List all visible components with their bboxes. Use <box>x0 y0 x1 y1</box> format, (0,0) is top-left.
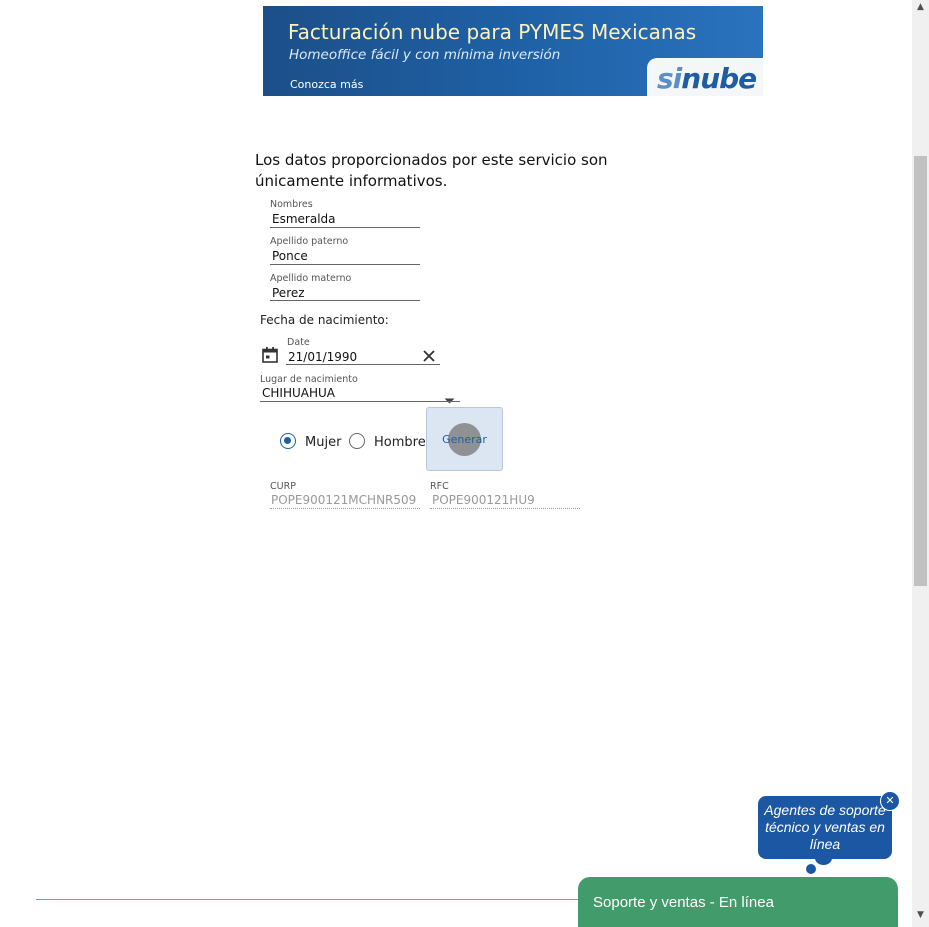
date-label: Date <box>287 337 310 348</box>
sinube-logo: sinube <box>647 58 763 96</box>
chat-invite-bubble[interactable]: Agentes de soporte técnico y ventas en l… <box>758 796 892 859</box>
date-input[interactable]: 21/01/1990 <box>288 350 357 364</box>
lugar-nacimiento-label: Lugar de nacimiento <box>260 374 358 385</box>
generar-button[interactable]: Generar <box>426 407 503 471</box>
sinube-banner-ad[interactable]: Facturación nube para PYMES Mexicanas Ho… <box>263 6 763 96</box>
radio-mujer-dot <box>284 437 291 444</box>
nombres-label: Nombres <box>270 199 313 210</box>
banner-title: Facturación nube para PYMES Mexicanas <box>288 20 697 44</box>
apellido-paterno-label: Apellido paterno <box>270 236 349 247</box>
page-scrollbar[interactable]: ▲ ▼ <box>912 0 929 927</box>
scroll-up-arrow-icon[interactable]: ▲ <box>912 2 929 16</box>
radio-mujer-label[interactable]: Mujer <box>305 435 341 450</box>
chat-bar-label: Soporte y ventas - En línea <box>593 894 774 911</box>
rfc-output: POPE900121HU9 <box>432 493 535 507</box>
curp-underline <box>270 508 420 509</box>
clear-date-icon[interactable] <box>421 348 437 364</box>
lugar-nacimiento-select[interactable]: CHIHUAHUA <box>262 386 335 400</box>
chat-bubble-tail-dot <box>806 864 816 874</box>
apellido-materno-underline <box>270 300 420 301</box>
apellido-materno-label: Apellido materno <box>270 273 352 284</box>
nombres-underline <box>270 227 420 228</box>
scrollbar-thumb[interactable] <box>914 156 927 586</box>
chat-launcher-bar[interactable]: Soporte y ventas - En línea <box>578 877 898 927</box>
calendar-icon[interactable] <box>261 346 279 364</box>
fecha-nacimiento-label: Fecha de nacimiento: <box>260 313 389 327</box>
chat-invite-text: Agentes de soporte técnico y ventas en l… <box>764 802 886 852</box>
rfc-underline <box>430 508 580 509</box>
lugar-underline <box>260 401 460 402</box>
rfc-label: RFC <box>430 481 449 492</box>
curp-label: CURP <box>270 481 296 492</box>
scroll-down-arrow-icon[interactable]: ▼ <box>912 910 929 924</box>
disclaimer-text: Los datos proporcionados por este servic… <box>255 151 608 190</box>
date-underline <box>286 364 440 365</box>
radio-mujer[interactable] <box>280 433 296 449</box>
radio-hombre[interactable] <box>349 433 365 449</box>
generar-label: Generar <box>442 433 487 446</box>
chat-close-icon[interactable]: ✕ <box>880 791 900 811</box>
footer-divider <box>36 899 596 900</box>
banner-cta-link[interactable]: Conozca más <box>290 78 363 91</box>
nombres-input[interactable]: Esmeralda <box>272 212 336 226</box>
radio-hombre-label[interactable]: Hombre <box>374 435 426 450</box>
logo-text: nube <box>681 62 757 95</box>
logo-prefix: si <box>657 62 682 95</box>
curp-output: POPE900121MCHNR509 <box>271 493 417 507</box>
dropdown-arrow-icon[interactable] <box>444 389 455 404</box>
apellido-materno-input[interactable]: Perez <box>272 286 305 300</box>
apellido-paterno-underline <box>270 264 420 265</box>
banner-subtitle: Homeoffice fácil y con mínima inversión <box>289 47 561 63</box>
apellido-paterno-input[interactable]: Ponce <box>272 249 308 263</box>
